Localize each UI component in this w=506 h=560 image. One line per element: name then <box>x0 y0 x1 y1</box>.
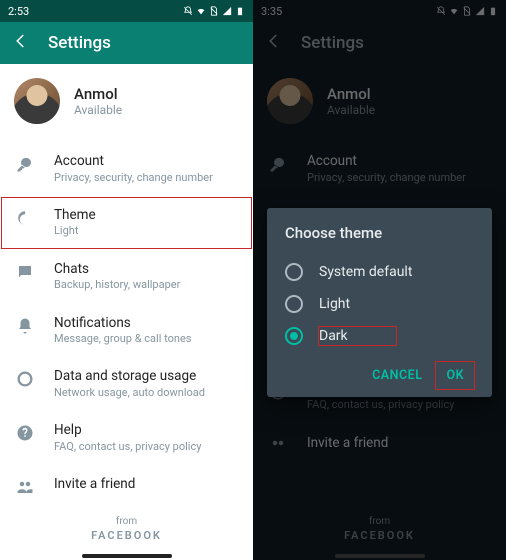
footer: from FACEBOOK <box>0 516 253 542</box>
bell-icon <box>14 315 36 335</box>
row-label: Data and storage usage <box>54 368 205 386</box>
settings-row-account[interactable]: Account Privacy, security, change number <box>0 142 253 196</box>
theme-icon <box>14 207 36 227</box>
option-label: System default <box>319 264 412 280</box>
help-icon <box>14 422 36 442</box>
key-icon <box>14 153 36 173</box>
wifi-icon <box>196 6 206 16</box>
data-usage-icon <box>14 368 36 388</box>
theme-option-system[interactable]: System default <box>285 256 474 288</box>
row-desc: FAQ, contact us, privacy policy <box>54 440 201 454</box>
settings-row-data[interactable]: Data and storage usage Network usage, au… <box>0 357 253 411</box>
screen-light: 2:53 Settings Anmol Available Account Pr… <box>0 0 253 560</box>
chat-icon <box>14 261 36 281</box>
settings-row-notifications[interactable]: Notifications Message, group & call tone… <box>0 304 253 358</box>
settings-row-chats[interactable]: Chats Backup, history, wallpaper <box>0 250 253 304</box>
row-label: Chats <box>54 261 180 279</box>
row-label: Notifications <box>54 315 191 333</box>
theme-option-light[interactable]: Light <box>285 288 474 320</box>
row-desc: Privacy, security, change number <box>54 171 213 185</box>
radio-icon <box>285 295 303 313</box>
row-label: Account <box>54 153 213 171</box>
row-desc: Message, group & call tones <box>54 332 191 346</box>
radio-icon <box>285 263 303 281</box>
theme-option-dark[interactable]: Dark <box>285 320 474 352</box>
cancel-button[interactable]: CANCEL <box>362 362 432 389</box>
profile-name: Anmol <box>74 85 122 103</box>
footer-from: from <box>0 516 253 527</box>
row-label: Invite a friend <box>54 476 135 494</box>
option-label: Light <box>319 296 350 312</box>
profile-row[interactable]: Anmol Available <box>0 64 253 142</box>
back-button[interactable] <box>12 32 30 54</box>
theme-dialog: Choose theme System default Light Dark C… <box>267 208 492 397</box>
status-icons <box>183 6 245 16</box>
footer-brand: FACEBOOK <box>0 529 253 542</box>
battery-icon <box>235 6 245 16</box>
row-label: Help <box>54 422 201 440</box>
people-icon <box>14 476 36 496</box>
clock: 2:53 <box>8 5 29 18</box>
screen-dark: 3:35 Settings Anmol Available Account Pr… <box>253 0 506 560</box>
row-desc: Network usage, auto download <box>54 386 205 400</box>
page-title: Settings <box>48 33 111 53</box>
settings-row-theme[interactable]: Theme Light <box>0 196 253 250</box>
row-label: Theme <box>54 207 96 225</box>
settings-row-help[interactable]: Help FAQ, contact us, privacy policy <box>0 411 253 465</box>
row-desc: Backup, history, wallpaper <box>54 278 180 292</box>
no-sim-icon <box>209 6 219 16</box>
settings-row-invite[interactable]: Invite a friend <box>0 465 253 507</box>
app-bar: Settings <box>0 22 253 64</box>
dialog-title: Choose theme <box>285 224 474 242</box>
bell-off-icon <box>183 6 193 16</box>
radio-icon <box>285 327 303 345</box>
ok-button[interactable]: OK <box>436 362 474 389</box>
signal-icon <box>222 6 232 16</box>
row-desc: Light <box>54 224 96 238</box>
option-label: Dark <box>319 328 348 344</box>
nav-pill[interactable] <box>82 554 172 558</box>
profile-status: Available <box>74 103 122 117</box>
avatar <box>14 78 60 124</box>
status-bar: 2:53 <box>0 0 253 22</box>
